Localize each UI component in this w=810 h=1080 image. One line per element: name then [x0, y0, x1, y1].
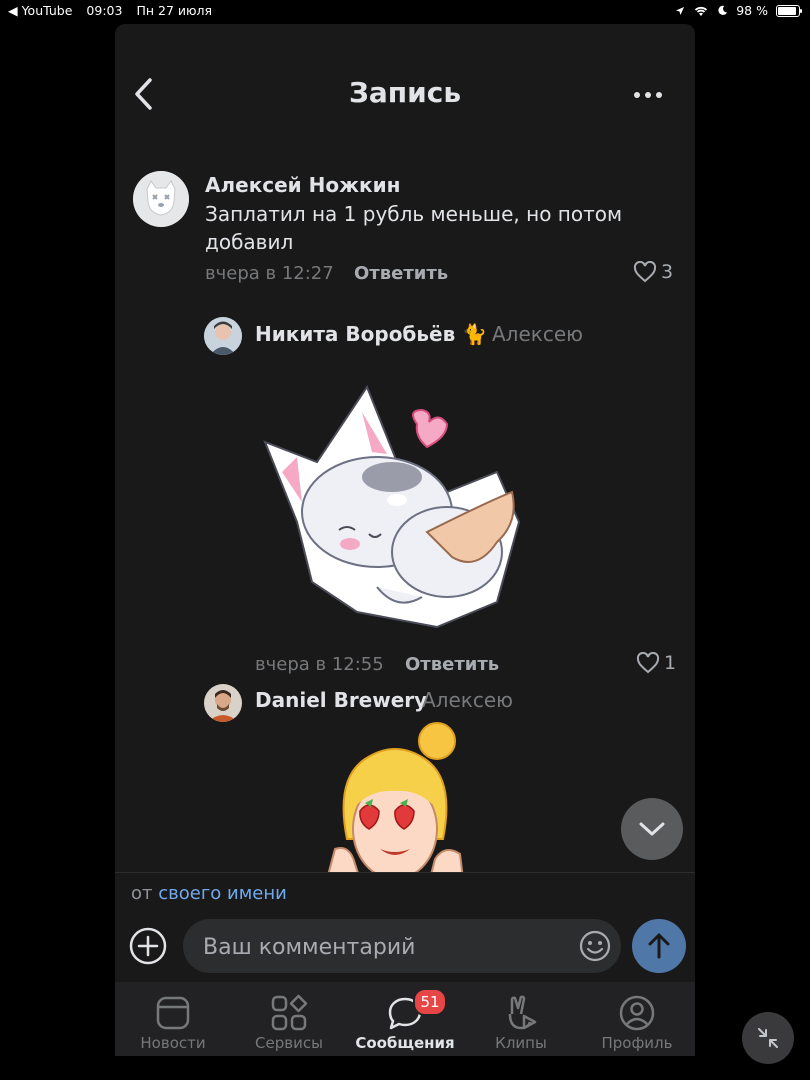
- collapse-button[interactable]: [742, 1012, 794, 1064]
- clips-icon: [508, 995, 537, 1030]
- tab-news[interactable]: Новости: [115, 982, 231, 1056]
- tab-label: Сервисы: [255, 1034, 323, 1052]
- arrow-up-icon: [648, 933, 670, 959]
- wifi-icon: [695, 6, 708, 16]
- like-count: 3: [661, 261, 674, 283]
- sticker-cat[interactable]: [257, 382, 527, 632]
- emoji-button[interactable]: [579, 930, 611, 962]
- battery-percent: 98 %: [736, 3, 768, 18]
- tab-profile[interactable]: Профиль: [579, 982, 695, 1056]
- tab-services[interactable]: Сервисы: [231, 982, 347, 1056]
- attach-button[interactable]: [129, 927, 167, 965]
- reply-button[interactable]: Ответить: [354, 263, 448, 284]
- tab-label: Профиль: [601, 1034, 673, 1052]
- avatar[interactable]: [133, 171, 189, 227]
- header: Запись: [115, 24, 695, 164]
- moon-icon: [718, 5, 728, 15]
- avatar[interactable]: [204, 317, 242, 355]
- heart-icon: [633, 261, 657, 283]
- news-icon: [156, 996, 190, 1030]
- reply-to-label[interactable]: Алексею: [422, 688, 513, 712]
- status-time: 09:03: [86, 3, 123, 18]
- cat-sticker-image: [263, 384, 521, 629]
- profile-icon: [619, 995, 655, 1031]
- tab-clips[interactable]: Клипы: [463, 982, 579, 1056]
- location-icon: [676, 6, 685, 15]
- user-photo-icon: [204, 317, 242, 355]
- comment-text: Заплатил на 1 рубль меньше, но потом доб…: [205, 202, 623, 254]
- chevron-down-icon: [639, 822, 665, 836]
- back-to-app-link[interactable]: ◀ YouTube: [8, 3, 72, 18]
- post-as-prefix: от: [131, 883, 153, 904]
- post-as-selector: от своего имени: [131, 883, 287, 904]
- heart-icon: [636, 652, 660, 674]
- like-count: 1: [664, 652, 677, 674]
- user-photo-icon: [204, 684, 242, 722]
- status-bar: ◀ YouTube 09:03 Пн 27 июля 98 %: [0, 0, 810, 22]
- more-dot: [656, 92, 662, 98]
- page-title: Запись: [348, 76, 462, 109]
- like-button[interactable]: 1: [636, 652, 676, 674]
- compose-area: от своего имени: [115, 872, 695, 983]
- tab-label: Новости: [140, 1034, 206, 1052]
- tab-label: Клипы: [495, 1034, 547, 1052]
- app-window: Запись Алексей Ножкин Заплатил на 1 рубл…: [115, 24, 695, 1056]
- more-options-button[interactable]: [631, 86, 665, 104]
- more-dot: [634, 92, 640, 98]
- tab-messages[interactable]: 51 Сообщения: [347, 982, 463, 1056]
- battery-icon: [776, 4, 802, 17]
- tab-bar: Новости Сервисы 51 Сообщения Клипы Профи…: [115, 982, 695, 1056]
- avatar[interactable]: [204, 684, 242, 722]
- plus-circle-icon: [129, 927, 167, 965]
- post-as-link[interactable]: своего имени: [158, 883, 287, 904]
- comment-time: вчера в 12:55: [255, 654, 384, 675]
- tab-label: Сообщения: [355, 1034, 455, 1052]
- services-icon: [271, 994, 308, 1031]
- reply-to-label[interactable]: Алексею: [492, 322, 583, 346]
- reply-button[interactable]: Ответить: [405, 654, 499, 675]
- comment-time: вчера в 12:27: [205, 263, 334, 284]
- comment-author[interactable]: Никита Воробьёв 🐈: [255, 322, 487, 346]
- comments-list[interactable]: Алексей Ножкин Заплатил на 1 рубль меньш…: [115, 164, 695, 872]
- send-button[interactable]: [632, 919, 686, 973]
- girl-sticker-image: [327, 722, 464, 872]
- comment-author[interactable]: Daniel Brewery: [255, 688, 427, 712]
- scroll-down-button[interactable]: [621, 798, 683, 860]
- sticker-girl[interactable]: [325, 719, 465, 872]
- like-button[interactable]: 3: [633, 261, 673, 283]
- unread-badge: 51: [413, 988, 447, 1016]
- comment-input[interactable]: [201, 928, 565, 966]
- status-date: Пн 27 июля: [136, 3, 213, 18]
- collapse-arrows-icon: [758, 1028, 778, 1048]
- comment-input-wrapper: [183, 919, 621, 973]
- comment-author[interactable]: Алексей Ножкин: [205, 173, 400, 197]
- smile-icon: [579, 930, 611, 962]
- more-dot: [645, 92, 651, 98]
- deactivated-dog-avatar-icon: [133, 171, 189, 227]
